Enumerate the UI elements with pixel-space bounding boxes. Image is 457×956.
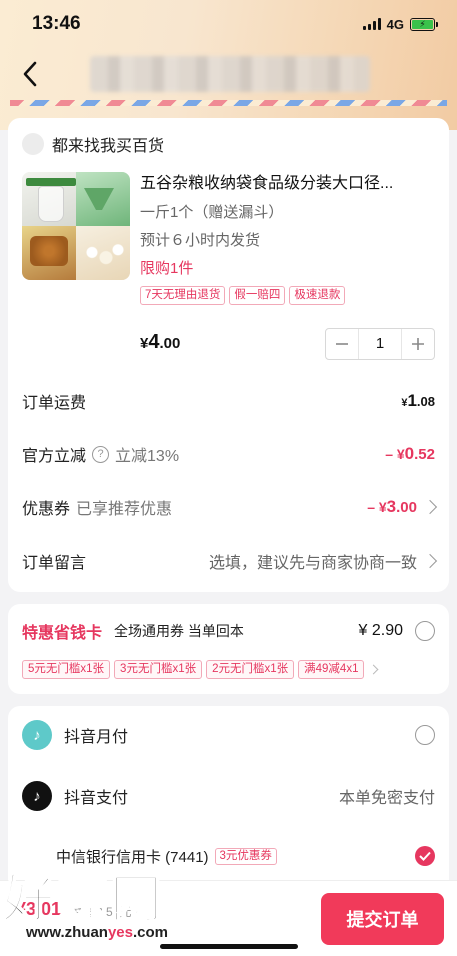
douyin-pay-icon: ♪ bbox=[22, 781, 52, 811]
back-button[interactable] bbox=[0, 48, 60, 100]
product-spec: 一斤1个（赠送漏斗） bbox=[140, 204, 284, 221]
purchase-limit: 限购1件 bbox=[140, 260, 194, 277]
status-time: 13:46 bbox=[32, 13, 81, 34]
shipping-fee-row: 订单运费 ¥ 1 .08 bbox=[22, 386, 435, 416]
savings-coupon: 满49减4x1 bbox=[298, 660, 365, 679]
douyin-monthly-icon: ♪ bbox=[22, 720, 52, 750]
savings-brand: 特惠省钱卡 bbox=[22, 625, 103, 642]
envelope-stripe bbox=[10, 100, 447, 106]
product-title[interactable]: 五谷杂粮收纳袋食品级分装大口径... bbox=[140, 172, 436, 196]
minus-icon bbox=[336, 343, 348, 345]
check-icon[interactable] bbox=[415, 846, 435, 866]
shipping-fee-value: ¥ 1 .08 bbox=[401, 391, 435, 410]
savings-header: 特惠省钱卡 全场通用券 当单回本 ¥ 2.90 bbox=[22, 618, 435, 644]
service-tag: 7天无理由退货 bbox=[140, 286, 226, 305]
chevron-right-icon[interactable] bbox=[369, 664, 379, 675]
payment-card: ♪ 抖音月付 ♪ 抖音支付 本单免密支付 中信银行信用卡 (7441) 3元优惠… bbox=[8, 706, 449, 886]
saved-amount: 共减3.52元 bbox=[72, 905, 132, 919]
signal-icon bbox=[362, 18, 381, 30]
chevron-right-icon bbox=[422, 499, 438, 515]
shop-avatar bbox=[22, 133, 44, 155]
quantity-value[interactable]: 1 bbox=[358, 329, 402, 359]
official-discount-value: – ¥ 0 .52 bbox=[385, 444, 435, 463]
official-discount-row: 官方立减 ? 立减13% – ¥ 0 .52 bbox=[22, 439, 435, 469]
back-chevron-icon bbox=[23, 61, 37, 87]
shipping-fee-label: 订单运费 bbox=[22, 395, 87, 412]
bank-card-tag: 3元优惠券 bbox=[214, 847, 277, 865]
shop-header[interactable]: 都来找我买百货 bbox=[22, 132, 164, 156]
submit-order-button[interactable]: 提交订单 bbox=[321, 893, 444, 945]
savings-coupons: 5元无门槛x1张 3元无门槛x1张 2元无门槛x1张 满49减4x1 bbox=[22, 660, 442, 679]
chevron-right-icon bbox=[422, 553, 438, 569]
pay-douyin-row[interactable]: ♪ 抖音支付 本单免密支付 bbox=[22, 780, 435, 812]
savings-coupon: 5元无门槛x1张 bbox=[22, 660, 111, 679]
savings-card[interactable]: 特惠省钱卡 全场通用券 当单回本 ¥ 2.90 5元无门槛x1张 3元无门槛x1… bbox=[8, 604, 449, 694]
savings-coupon: 3元无门槛x1张 bbox=[114, 660, 203, 679]
status-icons: 4G ⚡ bbox=[362, 16, 438, 32]
status-bar: 13:46 4G ⚡ bbox=[0, 0, 457, 48]
savings-desc: 全场通用券 当单回本 bbox=[114, 623, 244, 639]
product-image[interactable] bbox=[22, 172, 130, 280]
pay-monthly-row[interactable]: ♪ 抖音月付 bbox=[22, 719, 435, 751]
increase-button[interactable] bbox=[402, 329, 434, 359]
service-tags: 7天无理由退货 假一赔四 极速退款 bbox=[140, 286, 436, 305]
savings-price: ¥ 2.90 bbox=[358, 622, 403, 639]
battery-icon: ⚡ bbox=[410, 17, 438, 31]
savings-coupon: 2元无门槛x1张 bbox=[206, 660, 295, 679]
bank-card-label: 中信银行信用卡 (7441) bbox=[56, 848, 209, 866]
product-price: ¥ 4 .00 bbox=[140, 331, 181, 353]
coupon-sub: 已享推荐优惠 bbox=[76, 501, 173, 518]
coupon-row[interactable]: 优惠券 已享推荐优惠 – ¥ 3 .00 bbox=[22, 492, 438, 522]
savings-radio[interactable] bbox=[415, 621, 435, 641]
decrease-button[interactable] bbox=[326, 329, 358, 359]
quantity-stepper: 1 bbox=[325, 328, 435, 360]
shop-name: 都来找我买百货 bbox=[52, 138, 165, 155]
pay-douyin-label: 抖音支付 bbox=[64, 790, 129, 807]
order-message-label: 订单留言 bbox=[22, 555, 87, 572]
shipping-estimate: 预计６小时内发货 bbox=[140, 232, 261, 249]
home-indicator bbox=[160, 944, 298, 949]
product-info: 五谷杂粮收纳袋食品级分装大口径... 一斤1个（赠送漏斗） 预计６小时内发货 限… bbox=[140, 172, 436, 305]
help-icon[interactable]: ? bbox=[92, 445, 110, 463]
service-tag: 假一赔四 bbox=[229, 286, 286, 305]
network-type: 4G bbox=[386, 16, 404, 32]
official-discount-rate: 立减13% bbox=[115, 448, 180, 465]
order-message-row[interactable]: 订单留言 选填，建议先与商家协商一致 bbox=[22, 546, 438, 576]
nav-bar bbox=[0, 48, 457, 100]
blurred-title bbox=[90, 56, 370, 92]
coupon-value: – ¥ 3 .00 bbox=[367, 497, 417, 516]
pay-monthly-label: 抖音月付 bbox=[64, 729, 129, 746]
service-tag: 极速退款 bbox=[289, 286, 346, 305]
pay-monthly-radio[interactable] bbox=[415, 725, 435, 745]
official-discount-label: 官方立减 bbox=[22, 448, 87, 465]
pay-douyin-note: 本单免密支付 bbox=[338, 790, 435, 807]
order-total: ¥3.01 bbox=[16, 899, 62, 919]
plus-icon bbox=[412, 338, 424, 350]
order-card: 都来找我买百货 五谷杂粮收纳袋食品级分装大口径... 一斤1个（赠送漏斗） 预计… bbox=[8, 118, 449, 592]
bank-card-row[interactable]: 中信银行信用卡 (7441) 3元优惠券 bbox=[56, 841, 435, 871]
order-message-input[interactable]: 选填，建议先与商家协商一致 bbox=[209, 549, 417, 573]
coupon-label: 优惠券 bbox=[22, 501, 71, 518]
